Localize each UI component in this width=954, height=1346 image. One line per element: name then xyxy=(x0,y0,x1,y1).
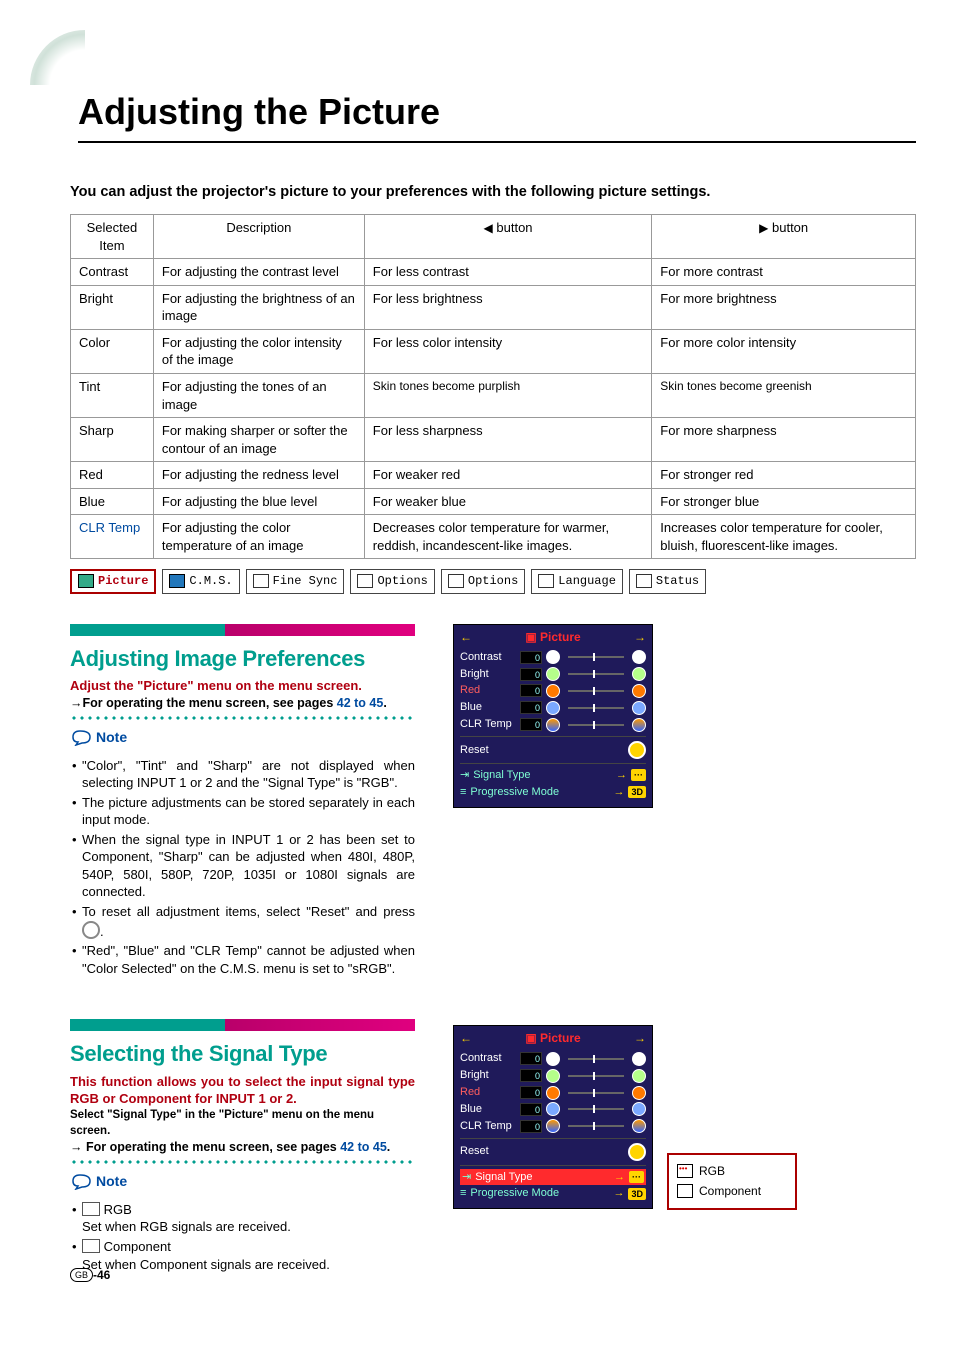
menu-item-status: Status xyxy=(629,569,706,593)
intro-text: You can adjust the projector's picture t… xyxy=(70,183,916,203)
section2-opline: → For operating the menu screen, see pag… xyxy=(70,1139,415,1156)
page-footer: GB-46 xyxy=(70,1267,110,1283)
section1-heading: Adjusting Image Preferences xyxy=(70,644,415,674)
section2-redline: This function allows you to select the i… xyxy=(70,1073,415,1108)
th-item: Selected Item xyxy=(71,215,154,259)
menu-item-options: Options xyxy=(350,569,434,593)
menu-bar: PictureC.M.S.Fine SyncOptionsOptionsLang… xyxy=(70,569,916,593)
menu-item-language: Language xyxy=(531,569,623,593)
section2-bullets: RGBSet when RGB signals are received. Co… xyxy=(70,1201,415,1273)
osd-panel-2: ←▣ Picture→ Contrast 0 Bright 0 Red 0 Bl… xyxy=(453,1025,653,1209)
menu-item-cms: C.M.S. xyxy=(162,569,239,593)
comp-icon xyxy=(82,1239,100,1253)
note-icon-2: Note xyxy=(70,1172,127,1191)
section1-opline: →For operating the menu screen, see page… xyxy=(70,695,415,712)
menu-item-options: Options xyxy=(441,569,525,593)
th-desc: Description xyxy=(153,215,364,259)
component-icon xyxy=(677,1184,693,1198)
osd-panel-1: ←▣ Picture→ Contrast 0 Bright 0 Red 0 Bl… xyxy=(453,624,653,808)
menu-item-finesync: Fine Sync xyxy=(246,569,345,593)
page-title: Adjusting the Picture xyxy=(78,88,916,143)
signal-submenu: RGB Component xyxy=(667,1153,797,1209)
section2-boldline: Select "Signal Type" in the "Picture" me… xyxy=(70,1108,415,1139)
rgb-icon xyxy=(82,1202,100,1216)
section1-redline: Adjust the "Picture" menu on the menu sc… xyxy=(70,677,415,695)
th-left: ◀ button xyxy=(364,215,652,259)
rgb-icon xyxy=(677,1164,693,1178)
section1-bullets: "Color", "Tint" and "Sharp" are not disp… xyxy=(70,757,415,978)
th-right: ▶ button xyxy=(652,215,916,259)
section2-heading: Selecting the Signal Type xyxy=(70,1039,415,1069)
undo-button-icon xyxy=(82,921,100,939)
menu-item-picture: Picture xyxy=(70,569,156,593)
settings-table: Selected Item Description ◀ button ▶ but… xyxy=(70,214,916,559)
note-icon: Note xyxy=(70,728,127,747)
